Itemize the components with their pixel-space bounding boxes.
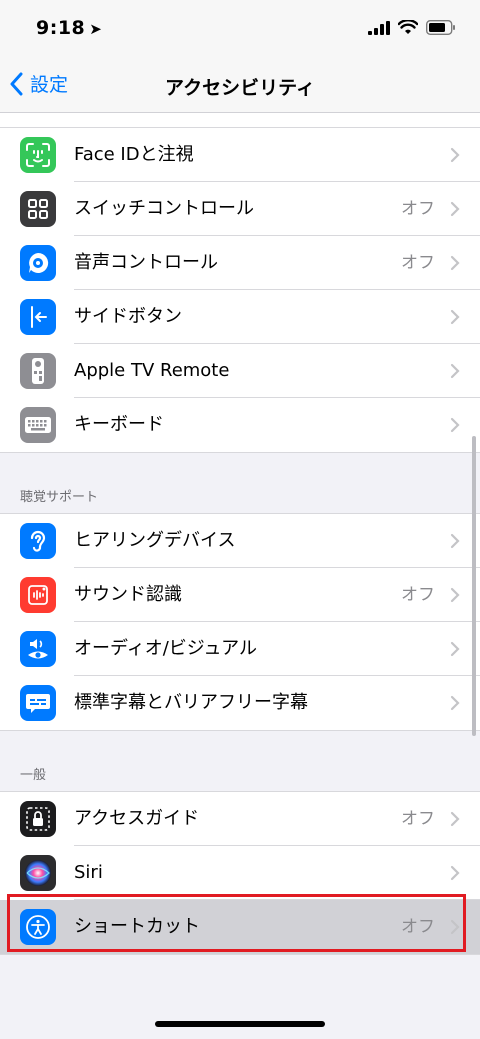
- navigation-bar: 設定 アクセシビリティ: [0, 60, 480, 113]
- section-header-label: 聴覚サポート: [20, 490, 99, 505]
- status-bar: 9:18 ➤: [0, 0, 480, 60]
- section-header-hearing: 聴覚サポート: [0, 453, 480, 513]
- row-label: キーボード: [74, 414, 164, 435]
- guided-access-icon: [20, 801, 56, 837]
- row-voice-control[interactable]: 音声コントロール オフ: [0, 236, 480, 290]
- siri-icon: [20, 855, 56, 891]
- chevron-right-icon: [450, 417, 460, 433]
- location-arrow-icon: ➤: [89, 20, 103, 38]
- chevron-right-icon: [450, 587, 460, 603]
- row-face-id[interactable]: Face IDと注視: [0, 128, 480, 182]
- row-label: Face IDと注視: [74, 144, 194, 165]
- sound-recognition-icon: [20, 577, 56, 613]
- row-value: オフ: [401, 199, 435, 219]
- side-button-icon: [20, 299, 56, 335]
- chevron-right-icon: [450, 811, 460, 827]
- home-indicator[interactable]: [155, 1021, 325, 1027]
- row-keyboard[interactable]: キーボード: [0, 398, 480, 452]
- row-value: オフ: [401, 585, 435, 605]
- chevron-right-icon: [450, 641, 460, 657]
- row-value: オフ: [401, 917, 435, 937]
- chevron-right-icon: [450, 865, 460, 881]
- signal-icon: [368, 20, 390, 35]
- tv-remote-icon: [20, 353, 56, 389]
- row-label: サウンド認識: [74, 584, 182, 605]
- row-siri[interactable]: Siri: [0, 846, 480, 900]
- face-id-icon: [20, 137, 56, 173]
- battery-icon: [426, 20, 455, 35]
- row-label: スイッチコントロール: [74, 198, 254, 219]
- row-label: 音声コントロール: [74, 252, 218, 273]
- row-value: オフ: [401, 809, 435, 829]
- group-general: アクセスガイド オフ Siri ショートカット オフ: [0, 791, 480, 955]
- row-label: サイドボタン: [74, 306, 182, 327]
- status-time: 9:18 ➤: [36, 17, 102, 39]
- group-hearing: ヒアリングデバイス サウンド認識 オフ オーディオ/ビジュアル 標準字幕とバリア…: [0, 513, 480, 731]
- group-interaction: Face IDと注視 スイッチコントロール オフ 音声コントロール オフ サイド…: [0, 128, 480, 453]
- row-label: ヒアリングデバイス: [74, 530, 236, 551]
- status-time-text: 9:18: [36, 17, 86, 39]
- row-label: アクセスガイド: [74, 808, 200, 829]
- scroll-indicator[interactable]: [472, 436, 476, 736]
- row-side-button[interactable]: サイドボタン: [0, 290, 480, 344]
- partial-row: [0, 113, 480, 128]
- row-label: オーディオ/ビジュアル: [74, 638, 258, 659]
- chevron-right-icon: [450, 363, 460, 379]
- chevron-right-icon: [450, 533, 460, 549]
- row-label: Siri: [74, 862, 103, 883]
- row-accessibility-shortcut[interactable]: ショートカット オフ: [0, 900, 480, 954]
- row-apple-tv-remote[interactable]: Apple TV Remote: [0, 344, 480, 398]
- chevron-right-icon: [450, 309, 460, 325]
- chevron-right-icon: [450, 147, 460, 163]
- chevron-right-icon: [450, 255, 460, 271]
- voice-control-icon: [20, 245, 56, 281]
- row-sound-recognition[interactable]: サウンド認識 オフ: [0, 568, 480, 622]
- row-label: 標準字幕とバリアフリー字幕: [74, 692, 308, 713]
- status-icons: [368, 20, 456, 35]
- accessibility-shortcut-icon: [20, 909, 56, 945]
- keyboard-icon: [20, 407, 56, 443]
- row-subtitles[interactable]: 標準字幕とバリアフリー字幕: [0, 676, 480, 730]
- row-switch-control[interactable]: スイッチコントロール オフ: [0, 182, 480, 236]
- page-title: アクセシビリティ: [165, 77, 315, 99]
- switch-control-icon: [20, 191, 56, 227]
- row-hearing-devices[interactable]: ヒアリングデバイス: [0, 514, 480, 568]
- wifi-icon: [398, 20, 418, 34]
- audio-visual-icon: [20, 631, 56, 667]
- row-audio-visual[interactable]: オーディオ/ビジュアル: [0, 622, 480, 676]
- chevron-right-icon: [450, 201, 460, 217]
- row-label: Apple TV Remote: [74, 360, 230, 381]
- subtitles-icon: [20, 685, 56, 721]
- chevron-right-icon: [450, 919, 460, 935]
- row-guided-access[interactable]: アクセスガイド オフ: [0, 792, 480, 846]
- row-value: オフ: [401, 253, 435, 273]
- chevron-right-icon: [450, 695, 460, 711]
- settings-list: Face IDと注視 スイッチコントロール オフ 音声コントロール オフ サイド…: [0, 113, 480, 955]
- section-header-label: 一般: [20, 768, 47, 783]
- row-label: ショートカット: [74, 916, 200, 937]
- ear-icon: [20, 523, 56, 559]
- section-header-general: 一般: [0, 731, 480, 791]
